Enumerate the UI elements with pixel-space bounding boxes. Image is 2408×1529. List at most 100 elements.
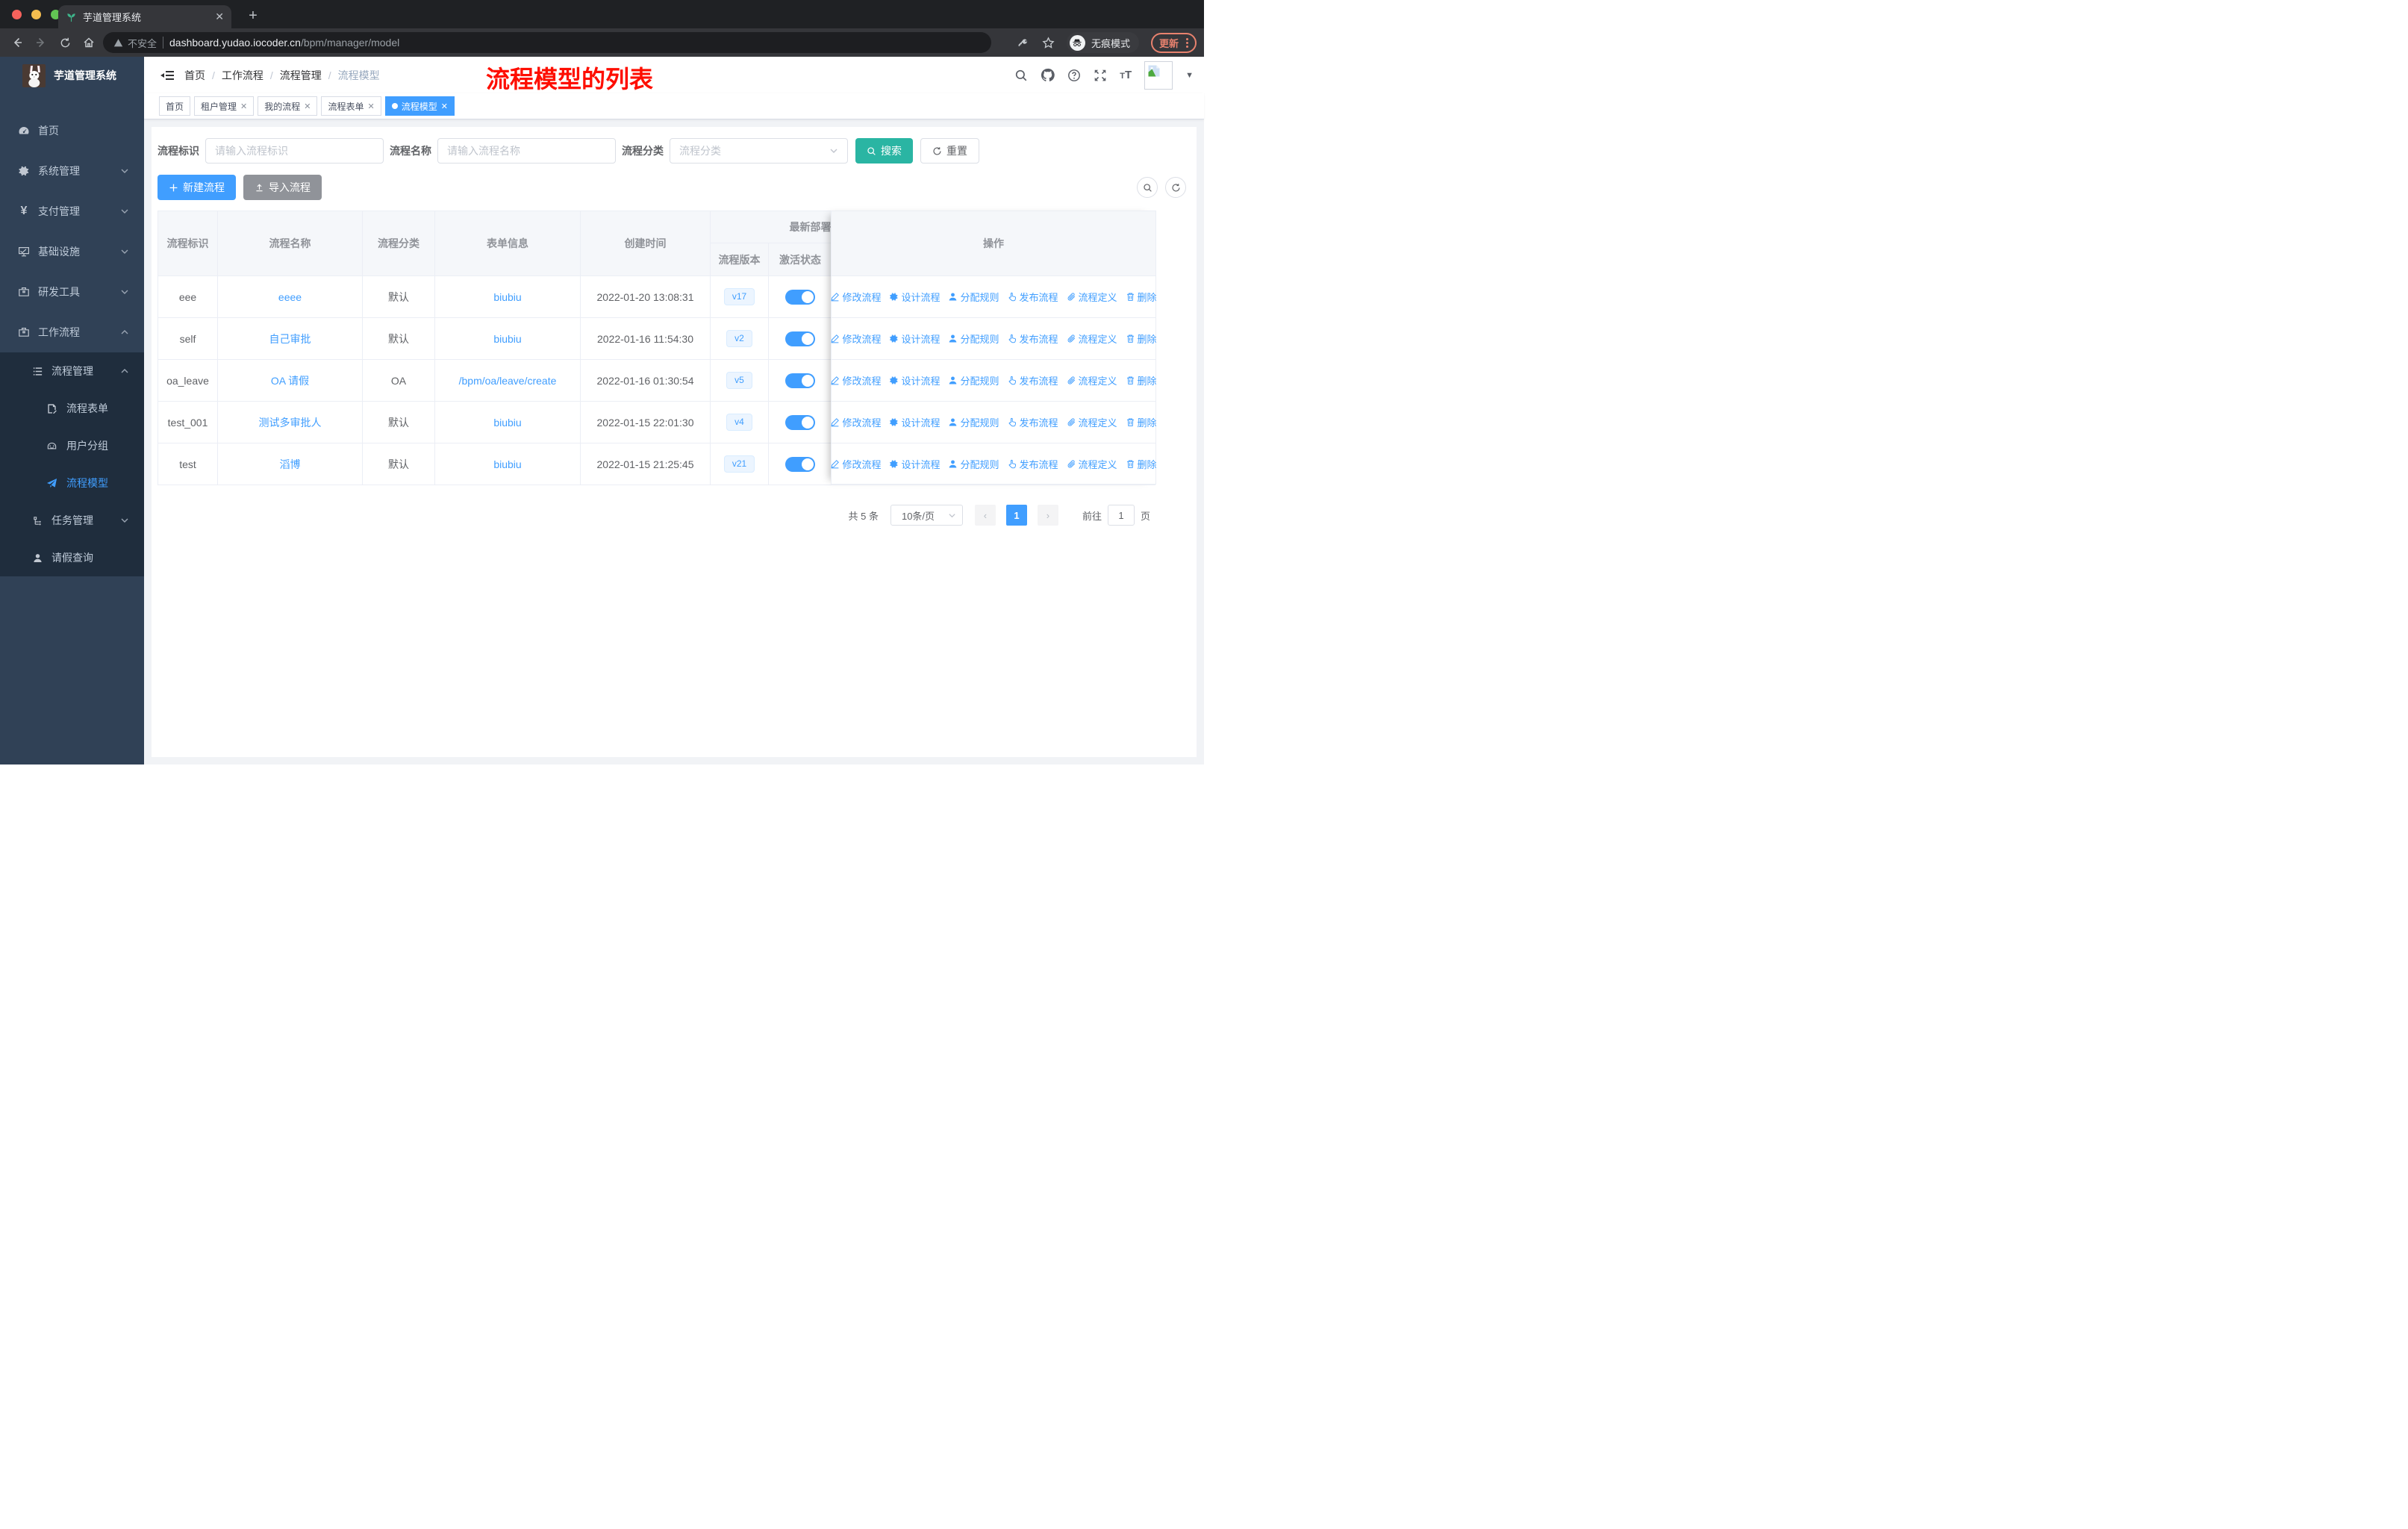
address-bar[interactable]: 不安全 dashboard.yudao.iocoder.cn/bpm/manag…	[103, 32, 991, 53]
reset-button[interactable]: 重置	[920, 138, 979, 164]
tab-tenant[interactable]: 租户管理 ✕	[194, 96, 255, 116]
tab-home[interactable]: 首页	[159, 96, 191, 116]
active-toggle[interactable]	[785, 414, 815, 430]
version-badge[interactable]: v21	[723, 455, 755, 473]
tab-process-form[interactable]: 流程表单 ✕	[321, 96, 381, 116]
action-deploy[interactable]: 发布流程	[1008, 373, 1058, 387]
version-badge[interactable]: v2	[726, 330, 752, 347]
action-edit[interactable]: 修改流程	[830, 457, 881, 471]
form-link[interactable]: /bpm/oa/leave/create	[459, 375, 557, 387]
close-window-button[interactable]	[12, 10, 22, 19]
version-badge[interactable]: v17	[723, 288, 755, 305]
process-name-input[interactable]	[437, 138, 616, 164]
tab-process-model[interactable]: 流程模型 ✕	[384, 96, 455, 116]
tab-my-process[interactable]: 我的流程 ✕	[258, 96, 318, 116]
sidebar-collapse-icon[interactable]	[160, 69, 174, 81]
action-edit[interactable]: 修改流程	[830, 331, 881, 346]
action-assign-rule[interactable]: 分配规则	[948, 373, 999, 387]
breadcrumb-process-mgmt[interactable]: 流程管理	[280, 68, 322, 83]
sidebar-item-process-model[interactable]: 流程模型	[0, 464, 144, 502]
form-link[interactable]: biubiu	[493, 333, 521, 345]
action-deploy[interactable]: 发布流程	[1008, 290, 1058, 304]
hide-search-button[interactable]	[1137, 177, 1158, 198]
back-icon[interactable]	[7, 33, 27, 52]
sidebar-item-task-mgmt[interactable]: 任务管理	[0, 502, 144, 539]
page-size-select[interactable]: 10条/页	[890, 505, 963, 526]
fullscreen-icon[interactable]	[1094, 69, 1107, 82]
browser-update-button[interactable]: 更新	[1150, 32, 1197, 53]
action-design[interactable]: 设计流程	[889, 457, 940, 471]
new-tab-button[interactable]: +	[243, 7, 263, 25]
window-controls[interactable]	[12, 10, 60, 19]
action-delete[interactable]: 删除	[1126, 415, 1157, 429]
goto-page-input[interactable]	[1107, 505, 1135, 526]
process-name-link[interactable]: 自己审批	[269, 333, 311, 345]
browser-tab[interactable]: 芋道管理系统 ✕	[58, 5, 231, 28]
process-name-link[interactable]: OA 请假	[271, 375, 309, 387]
password-key-icon[interactable]	[1017, 37, 1030, 49]
sidebar-item-payment[interactable]: ¥ 支付管理	[0, 191, 144, 231]
action-delete[interactable]: 删除	[1126, 457, 1157, 471]
sidebar-logo[interactable]: 芋道管理系统	[0, 57, 144, 94]
forward-icon[interactable]	[31, 33, 51, 52]
github-icon[interactable]	[1041, 68, 1055, 82]
sidebar-item-home[interactable]: 首页	[0, 110, 144, 151]
bookmark-star-icon[interactable]	[1042, 37, 1055, 49]
action-delete[interactable]: 删除	[1126, 331, 1157, 346]
action-edit[interactable]: 修改流程	[830, 373, 881, 387]
form-link[interactable]: biubiu	[493, 417, 521, 429]
action-edit[interactable]: 修改流程	[830, 290, 881, 304]
create-process-button[interactable]: 新建流程	[157, 175, 236, 200]
sidebar-item-process-form[interactable]: 流程表单	[0, 390, 144, 427]
import-process-button[interactable]: 导入流程	[243, 175, 322, 200]
security-warning[interactable]: 不安全	[113, 36, 157, 50]
form-link[interactable]: biubiu	[493, 291, 521, 303]
sidebar-item-workflow[interactable]: 工作流程	[0, 312, 144, 352]
action-edit[interactable]: 修改流程	[830, 415, 881, 429]
avatar-caret-icon[interactable]: ▼	[1185, 71, 1194, 80]
action-design[interactable]: 设计流程	[889, 290, 940, 304]
action-definition[interactable]: 流程定义	[1067, 331, 1117, 346]
reload-icon[interactable]	[55, 33, 75, 52]
version-badge[interactable]: v4	[726, 414, 752, 431]
minimize-window-button[interactable]	[31, 10, 41, 19]
browser-menu-icon[interactable]	[1186, 37, 1188, 48]
close-icon[interactable]: ✕	[240, 102, 247, 111]
home-icon[interactable]	[79, 33, 99, 52]
action-assign-rule[interactable]: 分配规则	[948, 415, 999, 429]
process-name-link[interactable]: 滔博	[280, 458, 301, 470]
action-assign-rule[interactable]: 分配规则	[948, 331, 999, 346]
process-name-link[interactable]: 测试多审批人	[259, 417, 322, 429]
action-design[interactable]: 设计流程	[889, 331, 940, 346]
font-size-icon[interactable]: TT	[1120, 69, 1132, 81]
action-design[interactable]: 设计流程	[889, 415, 940, 429]
sidebar-item-process-mgmt[interactable]: 流程管理	[0, 352, 144, 390]
action-deploy[interactable]: 发布流程	[1008, 331, 1058, 346]
page-1-button[interactable]: 1	[1005, 505, 1027, 526]
sidebar-item-system[interactable]: 系统管理	[0, 151, 144, 191]
close-icon[interactable]: ✕	[441, 102, 448, 111]
active-toggle[interactable]	[785, 456, 815, 472]
search-icon[interactable]	[1014, 69, 1028, 82]
action-definition[interactable]: 流程定义	[1067, 415, 1117, 429]
avatar[interactable]	[1144, 60, 1173, 90]
sidebar-item-infra[interactable]: 基础设施	[0, 231, 144, 272]
process-name-link[interactable]: eeee	[278, 291, 302, 303]
action-design[interactable]: 设计流程	[889, 373, 940, 387]
sidebar-item-leave-query[interactable]: 请假查询	[0, 539, 144, 576]
action-delete[interactable]: 删除	[1126, 290, 1157, 304]
prev-page-button[interactable]: ‹	[974, 505, 996, 526]
sidebar-item-devtools[interactable]: 研发工具	[0, 272, 144, 312]
tab-close-icon[interactable]: ✕	[215, 10, 224, 23]
process-id-input[interactable]	[205, 138, 384, 164]
next-page-button[interactable]: ›	[1037, 505, 1058, 526]
search-button[interactable]: 搜索	[855, 138, 913, 164]
active-toggle[interactable]	[785, 373, 815, 388]
action-definition[interactable]: 流程定义	[1067, 290, 1117, 304]
category-select[interactable]: 流程分类	[670, 138, 848, 164]
active-toggle[interactable]	[785, 289, 815, 305]
action-deploy[interactable]: 发布流程	[1008, 415, 1058, 429]
active-toggle[interactable]	[785, 331, 815, 346]
action-definition[interactable]: 流程定义	[1067, 373, 1117, 387]
breadcrumb-workflow[interactable]: 工作流程	[222, 68, 263, 83]
